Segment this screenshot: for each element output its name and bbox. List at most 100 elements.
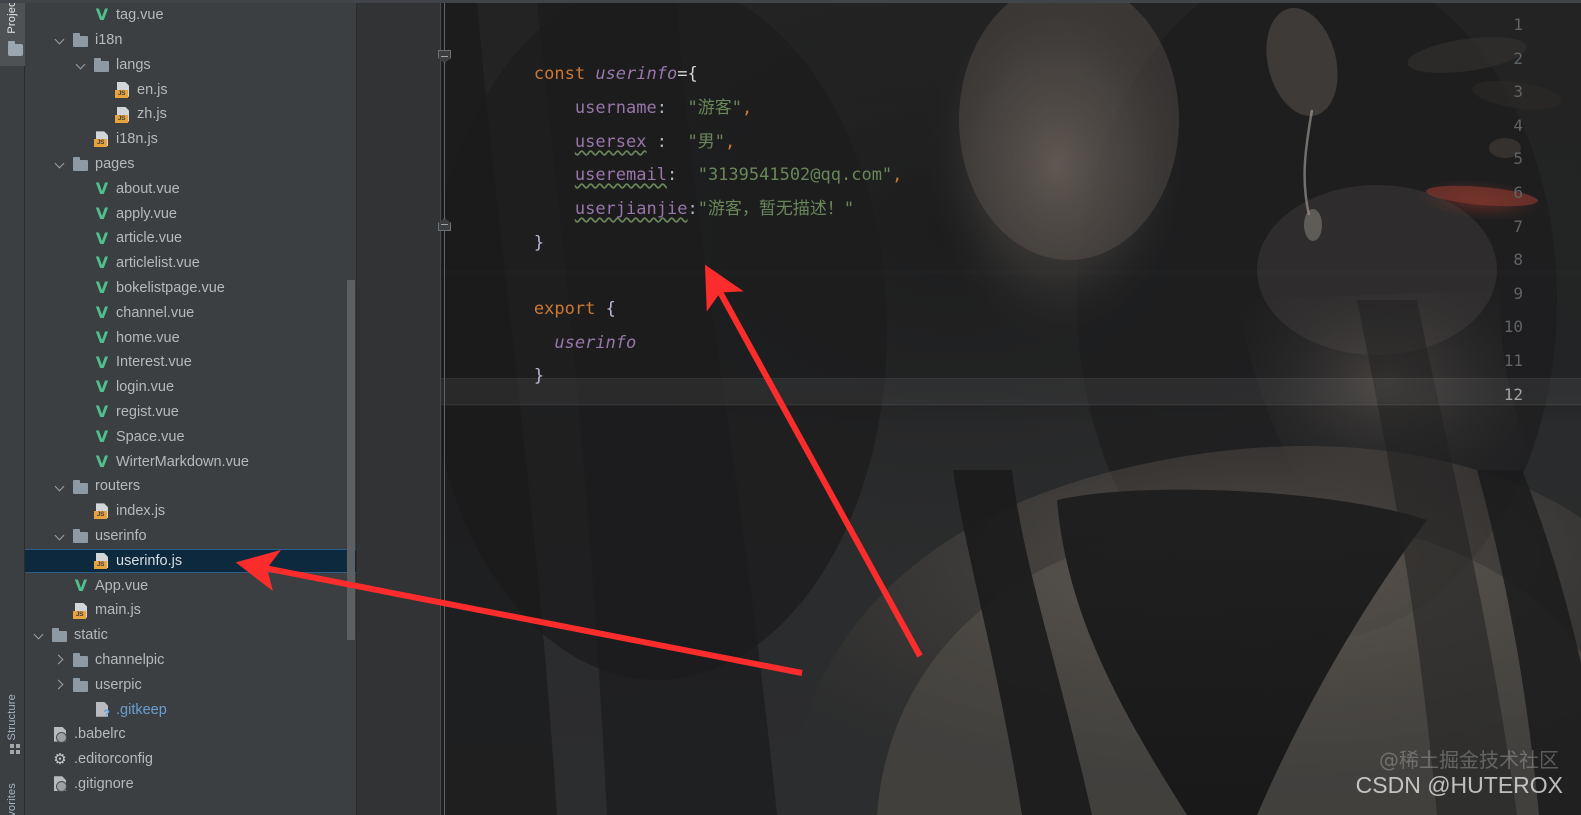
tree-file-row[interactable]: V WirterMarkdown.vue bbox=[25, 449, 357, 474]
tree-file-row[interactable]: Varticlelist.vue bbox=[25, 251, 357, 276]
sidebar-tab-project[interactable]: Project bbox=[0, 0, 25, 66]
tree-file-row[interactable]: Varticle.vue bbox=[25, 226, 357, 251]
vue-file-icon: V bbox=[95, 402, 109, 422]
chevron-down-icon[interactable] bbox=[53, 480, 67, 494]
tree-file-row[interactable]: V Space.vue bbox=[25, 425, 357, 450]
tree-file-row[interactable]: zh.js bbox=[25, 102, 357, 127]
vue-file-icon: V bbox=[95, 178, 109, 198]
ignored-file-icon bbox=[51, 775, 69, 793]
tree-file-row[interactable]: Vlogin.vue bbox=[25, 375, 357, 400]
vue-file-icon: V bbox=[95, 302, 109, 322]
tree-item-label: bokelistpage.vue bbox=[116, 279, 225, 296]
line-number: 2 bbox=[1513, 48, 1523, 68]
editor-gutter[interactable] bbox=[357, 0, 441, 815]
tree-item-label: regist.vue bbox=[116, 403, 179, 420]
tree-item-label: channelpic bbox=[95, 651, 165, 668]
token-value-usersex: "男" bbox=[687, 132, 725, 152]
sidebar-tab-favorites[interactable]: Favorites bbox=[0, 770, 25, 815]
chevron-down-icon[interactable] bbox=[53, 33, 67, 47]
tree-file-row[interactable]: V App.vue bbox=[25, 573, 357, 598]
chevron-down-icon[interactable] bbox=[74, 58, 88, 72]
tree-file-row[interactable]: userinfo.js bbox=[25, 548, 357, 574]
tree-file-row[interactable]: Vhome.vue bbox=[25, 325, 357, 350]
tree-file-row[interactable]: main.js bbox=[25, 598, 357, 623]
tree-item-label: userinfo.js bbox=[116, 552, 183, 569]
chevron-down-icon[interactable] bbox=[53, 157, 67, 171]
tree-file-row[interactable]: Vbokelistpage.vue bbox=[25, 276, 357, 301]
config-file-icon bbox=[51, 726, 69, 744]
current-line-highlight bbox=[441, 378, 1581, 405]
code-line-7: } bbox=[452, 218, 544, 269]
code-editor[interactable]: 1 2 3 4 5 6 7 8 9 10 11 12 const userinfo={ usernam… bbox=[357, 0, 1581, 815]
tree-item-label: i18n.js bbox=[116, 131, 158, 148]
tree-file-row[interactable]: ⚙ .editorconfig bbox=[25, 747, 357, 772]
tree-item-label: login.vue bbox=[116, 379, 175, 396]
tree-folder-row[interactable]: userpic bbox=[25, 673, 357, 698]
vue-file-icon: V bbox=[95, 5, 109, 25]
fold-marker-line-7[interactable] bbox=[438, 218, 451, 231]
tree-item-label: main.js bbox=[95, 602, 141, 619]
tree-file-row[interactable]: index.js bbox=[25, 499, 357, 524]
token-colon-2: : bbox=[646, 132, 667, 152]
tree-folder-row[interactable]: pages bbox=[25, 152, 357, 177]
line-number: 1 bbox=[1513, 15, 1523, 34]
panel-divider[interactable] bbox=[356, 0, 357, 815]
token-prop-useremail: useremail bbox=[574, 165, 667, 185]
sidebar-tab-structure-label: Structure bbox=[6, 693, 18, 740]
tree-file-row[interactable]: Vapply.vue bbox=[25, 201, 357, 226]
token-keyword-export: export bbox=[533, 299, 596, 319]
tree-item-label: apply.vue bbox=[116, 205, 177, 222]
fold-marker-line-2[interactable] bbox=[438, 50, 451, 63]
token-close-brace: } bbox=[533, 233, 545, 253]
sidebar-tab-structure[interactable]: Structure bbox=[0, 650, 25, 760]
tree-item-label: .editorconfig bbox=[74, 751, 153, 768]
tree-file-row[interactable]: Vtag.vue bbox=[25, 3, 357, 28]
tree-folder-row[interactable]: userinfo bbox=[25, 524, 357, 549]
chevron-down-icon[interactable] bbox=[32, 628, 46, 642]
fold-region-line bbox=[444, 0, 445, 815]
tree-file-row[interactable]: .gitignore bbox=[25, 772, 357, 797]
project-tree-scrollbar[interactable] bbox=[347, 280, 355, 640]
tree-file-row[interactable]: Vchannel.vue bbox=[25, 301, 357, 326]
project-tool-window[interactable]: Vtag.vue i18n langs en.js zh.js i18n.js pages V… bbox=[25, 0, 357, 815]
vue-file-icon: V bbox=[95, 377, 109, 397]
tree-file-row[interactable]: Vabout.vue bbox=[25, 177, 357, 202]
tree-file-row[interactable]: en.js bbox=[25, 77, 357, 102]
token-identifier-userinfo: userinfo bbox=[595, 64, 678, 84]
chevron-down-icon[interactable] bbox=[53, 529, 67, 543]
watermark-csdn-author: CSDN @HUTEROX bbox=[1355, 772, 1563, 798]
tree-folder-row[interactable]: static bbox=[25, 623, 357, 648]
tree-folder-row[interactable]: routers bbox=[25, 474, 357, 499]
tree-file-row[interactable]: .gitkeep bbox=[25, 697, 357, 722]
folder-icon bbox=[72, 478, 90, 496]
tool-window-strip: Project Structure Favorites bbox=[0, 0, 25, 815]
tree-item-label: Space.vue bbox=[116, 428, 185, 445]
tree-file-row[interactable]: i18n.js bbox=[25, 127, 357, 152]
chevron-right-icon[interactable] bbox=[53, 678, 67, 692]
tree-file-row[interactable]: Vregist.vue bbox=[25, 400, 357, 425]
vue-file-icon: V bbox=[95, 352, 109, 372]
tree-file-row[interactable]: .babelrc bbox=[25, 722, 357, 747]
tree-folder-row[interactable]: langs bbox=[25, 53, 357, 78]
token-value-username: "游客" bbox=[687, 98, 742, 118]
token-open-brace: { bbox=[605, 299, 616, 319]
token-assign-open: ={ bbox=[677, 64, 698, 84]
tree-folder-row[interactable]: channelpic bbox=[25, 648, 357, 673]
tree-folder-row[interactable]: i18n bbox=[25, 28, 357, 53]
line-number: 7 bbox=[1513, 216, 1523, 236]
code-text[interactable]: const userinfo={ username: "游客", usersex… bbox=[452, 0, 903, 400]
token-colon-1: : bbox=[656, 98, 667, 118]
tree-file-row[interactable]: V Interest.vue bbox=[25, 350, 357, 375]
chevron-right-icon[interactable] bbox=[53, 653, 67, 667]
